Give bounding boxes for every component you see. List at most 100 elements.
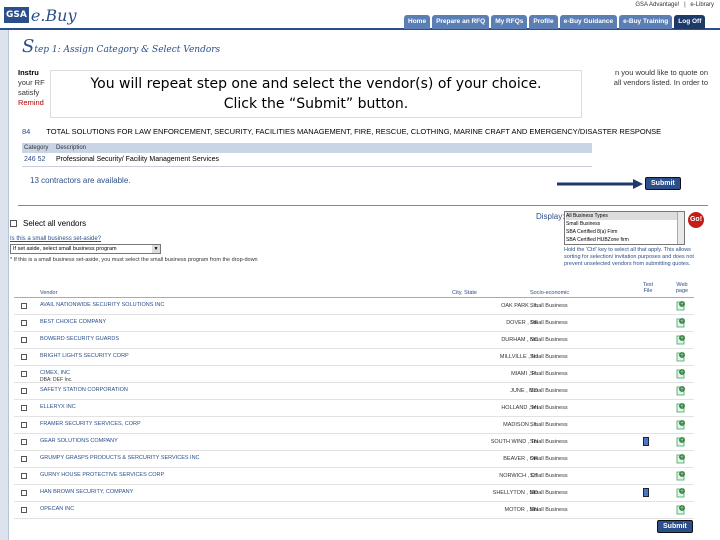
text-file-icon[interactable] [643,488,649,497]
vendor-checkbox[interactable] [21,456,27,462]
vendor-checkbox[interactable] [21,337,27,343]
submit-button-top[interactable]: Submit [645,177,681,190]
category-description: Professional Security/ Facility Manageme… [56,156,220,163]
web-page-icon[interactable] [676,300,686,311]
web-page-icon[interactable] [676,419,686,430]
vendor-table-header: Vendor City, State Socio-economic Text F… [14,282,694,298]
vendor-checkbox[interactable] [21,473,27,479]
vendor-name[interactable]: BEST CHOICE COMPANY [40,319,106,325]
schedule-title: TOTAL SOLUTIONS FOR LAW ENFORCEMENT, SEC… [46,127,662,136]
select-all-checkbox[interactable] [10,220,17,227]
vendor-socio-economic: Small Business [530,303,568,309]
vendor-socio-economic: Small Business [530,320,568,326]
vendor-checkbox[interactable] [21,490,27,496]
vendor-checkbox[interactable] [21,388,27,394]
vendor-name[interactable]: ELLERYX INC [40,404,76,410]
top-links-separator: | [684,2,686,8]
vendor-socio-economic: Small Business [530,388,568,394]
arrow-to-submit-icon [557,179,643,189]
ebuy-page: GSA e.Buy GSA Advantage! | e-Library Hom… [0,0,720,540]
vendor-checkbox[interactable] [21,422,27,428]
category-code[interactable]: 246 52 [22,153,56,166]
table-row: GURNY HOUSE PROTECTIVE SERVICES CORP NORW… [14,468,694,485]
text-file-header: Text File [642,282,654,294]
vendor-name[interactable]: SAFETY STATION CORPORATION [40,387,128,393]
vendor-checkbox[interactable] [21,354,27,360]
vendor-checkbox[interactable] [21,405,27,411]
tab-my-rfqs[interactable]: My RFQs [491,15,528,29]
table-row: OPECAN INC MOTOR , MN Small Business [14,502,694,519]
category-table-header: Category Description [22,143,592,153]
socio-economic-header[interactable]: Socio-economic [530,290,569,296]
display-list-scrollbar[interactable] [677,212,684,244]
gsa-advantage-link[interactable]: GSA Advantage! [635,2,679,8]
vendor-name[interactable]: GEAR SOLUTIONS COMPANY [40,438,118,444]
vendor-checkbox[interactable] [21,320,27,326]
select-all-row: Select all vendors [10,219,86,228]
table-row: GEAR SOLUTIONS COMPANY SOUTH WIND , TN Sma… [14,434,694,451]
go-button[interactable]: Go! [688,212,704,228]
web-page-icon[interactable] [676,351,686,362]
submit-button-bottom[interactable]: Submit [657,520,693,533]
instructions-line1-end: n you would like to quote on [615,68,708,77]
select-all-label: Select all vendors [23,219,87,228]
web-page-icon[interactable] [676,368,686,379]
web-page-icon[interactable] [676,436,686,447]
vendor-checkbox[interactable] [21,439,27,445]
web-page-icon[interactable] [676,334,686,345]
instructions-line2-end: all vendors listed. In order to [613,78,708,87]
vendor-checkbox[interactable] [21,371,27,377]
display-option[interactable]: SBA Certified 8(a) Firm [566,228,684,236]
tab-ebuy-guidance[interactable]: e-Buy Guidance [559,15,618,29]
vendor-name[interactable]: GURNY HOUSE PROTECTIVE SERVICES CORP [40,472,164,478]
city-state-header[interactable]: City, State [452,290,477,296]
nav-tabs: Home Prepare an RFQ My RFQs Profile e-Bu… [404,15,706,29]
web-page-icon[interactable] [676,453,686,464]
web-page-icon[interactable] [676,470,686,481]
web-page-icon[interactable] [676,385,686,396]
display-help-text: Hold the 'Ctrl' key to select all that a… [564,247,694,268]
vendor-name[interactable]: BRIGHT LIGHTS SECURITY CORP [40,353,129,359]
vendor-name[interactable]: HAN BROWN SECURITY, COMPANY [40,489,133,495]
display-option[interactable]: Small Business [566,220,684,228]
text-file-icon[interactable] [643,437,649,446]
contractors-available: 13 contractors are available. [30,176,131,185]
tab-log-off[interactable]: Log Off [674,15,706,29]
vendor-name[interactable]: AVAIL NATIONWIDE SECURITY SOLUTIONS INC [40,302,164,308]
tab-prepare-rfq[interactable]: Prepare an RFQ [432,15,490,29]
vendor-name[interactable]: FRAMER SECURITY SERVICES, CORP [40,421,141,427]
display-option[interactable]: SBA Certified HUBZone firm [566,236,684,244]
web-page-icon[interactable] [676,487,686,498]
vendor-checkbox[interactable] [21,303,27,309]
display-option[interactable]: All Business Types [566,212,684,220]
instructions-line2-start: your RF [18,78,45,87]
category-header: Category [24,145,49,151]
table-row: CIMEX, INC DBA: DEF Inc. MIAMI , FL Small B… [14,366,694,383]
setaside-note: * If this is a small business set-aside,… [10,257,258,263]
vendor-name[interactable]: CIMEX, INC [40,370,70,376]
tab-ebuy-training[interactable]: e-Buy Training [619,15,673,29]
ebuy-logo[interactable]: GSA e.Buy [4,4,77,26]
display-filter-list[interactable]: All Business Types Small Business SBA Ce… [564,211,685,245]
table-row: AVAIL NATIONWIDE SECURITY SOLUTIONS INC O… [14,298,694,315]
web-page-icon[interactable] [676,402,686,413]
chevron-down-icon: ▼ [152,245,160,253]
table-row: HAN BROWN SECURITY, COMPANY SHELLYTON , M… [14,485,694,502]
instructions-line4-start: Remind [18,98,44,107]
setaside-question[interactable]: Is this a small business set-aside? [10,236,101,242]
e-library-link[interactable]: e-Library [690,2,714,8]
schedule-code: 84 [22,127,31,136]
vendor-name[interactable]: OPECAN INC [40,506,74,512]
vendor-rows: AVAIL NATIONWIDE SECURITY SOLUTIONS INC O… [14,298,694,519]
tab-profile[interactable]: Profile [529,15,558,29]
instructions-line1-start: Instru [18,68,39,77]
vendor-name[interactable]: BOWERD SECURITY GUARDS [40,336,119,342]
web-page-icon[interactable] [676,504,686,515]
tab-home[interactable]: Home [404,15,431,29]
setaside-dropdown[interactable]: If set aside, select small business prog… [10,244,161,254]
vendor-header[interactable]: Vendor [40,290,57,296]
vendor-socio-economic: Small Business [530,490,568,496]
web-page-icon[interactable] [676,317,686,328]
vendor-name[interactable]: GRUMPY GRASPS PRODUCTS & SERCURITY SERVI… [40,455,200,461]
vendor-checkbox[interactable] [21,507,27,513]
